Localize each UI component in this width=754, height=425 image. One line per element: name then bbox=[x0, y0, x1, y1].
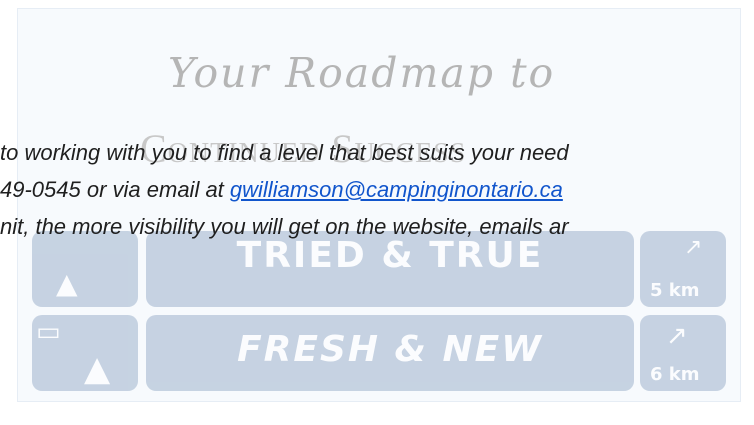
fresh-new-label: FRESH & NEW bbox=[237, 329, 543, 370]
fresh-new-tile: FRESH & NEW bbox=[146, 315, 634, 391]
contact-text: 49-0545 or via email at bbox=[0, 177, 230, 202]
body-text-line-3: nit, the more visibility you will get on… bbox=[0, 214, 569, 239]
body-text-line-1: to working with you to find a level that… bbox=[0, 140, 569, 165]
body-text-line-2: 49-0545 or via email at gwilliamson@camp… bbox=[0, 177, 754, 203]
distance-tile-2: ↗ 6 km bbox=[640, 315, 726, 391]
distance-label: 5 km bbox=[650, 280, 700, 301]
distance-label: 6 km bbox=[650, 364, 700, 385]
tent-icon: ▲ bbox=[56, 267, 78, 300]
road-icon: ↗ bbox=[666, 321, 688, 351]
roadmap-graphic: Your Roadmap to Continued Success ▲ TRIE… bbox=[17, 8, 741, 402]
tent-icon: ▲ bbox=[84, 349, 111, 389]
tried-true-label: TRIED & TRUE bbox=[236, 235, 544, 276]
tried-true-tile: TRIED & TRUE bbox=[146, 231, 634, 307]
distance-tile-1: ↗ 5 km bbox=[640, 231, 726, 307]
camping-icon-tile: ▭ ▲ bbox=[32, 315, 138, 391]
camping-icon-tile: ▲ bbox=[32, 231, 138, 307]
script-heading: Your Roadmap to bbox=[168, 49, 556, 97]
trailer-icon: ▭ bbox=[36, 317, 61, 347]
email-link[interactable]: gwilliamson@campinginontario.ca bbox=[230, 177, 563, 202]
